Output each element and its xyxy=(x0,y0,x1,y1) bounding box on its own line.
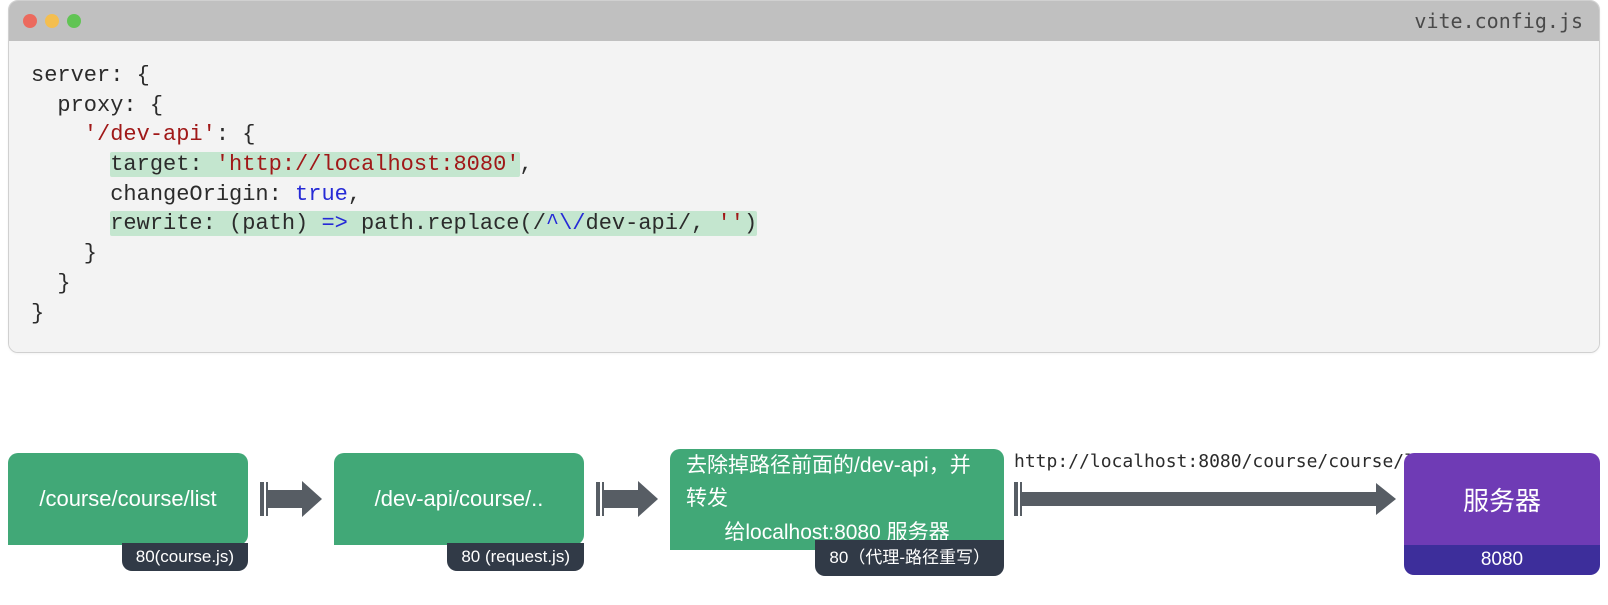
server-port: 8080 xyxy=(1404,545,1600,575)
code-text: , xyxy=(520,152,533,177)
code-line: } xyxy=(31,271,71,296)
code-arrow: => xyxy=(321,211,347,236)
code-line: } xyxy=(31,241,97,266)
window-controls xyxy=(23,14,81,28)
filename-label: vite.config.js xyxy=(1414,9,1583,33)
code-highlight: rewrite: (path) => path.replace(/^\/dev-… xyxy=(110,211,757,236)
code-escape: ^ xyxy=(546,211,559,236)
code-string: '/dev-api' xyxy=(84,122,216,147)
code-line xyxy=(31,211,110,236)
code-text: rewrite: (path) xyxy=(110,211,321,236)
step-text: /dev-api/course/.. xyxy=(375,486,544,512)
code-text: path.replace( xyxy=(348,211,533,236)
code-text: ) xyxy=(744,211,757,236)
server-title: 服务器 xyxy=(1463,481,1541,518)
step-badge: 80（代理-路径重写） xyxy=(815,540,1004,575)
code-text: , xyxy=(348,182,361,207)
flow-step-server: 服务器 8080 xyxy=(1404,453,1600,545)
window-titlebar: vite.config.js xyxy=(9,1,1599,41)
step-badge: 80 (request.js) xyxy=(447,543,584,571)
code-line: proxy: { xyxy=(31,93,163,118)
code-string: '' xyxy=(718,211,744,236)
code-text: , xyxy=(691,211,717,236)
code-escape: \/ xyxy=(559,211,585,236)
flow-step-proxy: 去除掉路径前面的/dev-api，并转发 给localhost:8080 服务器… xyxy=(670,449,1004,550)
arrow-label: http://localhost:8080/course/course/list xyxy=(1014,451,1396,472)
code-string: 'http://localhost:8080' xyxy=(216,152,520,177)
code-bool: true xyxy=(295,182,348,207)
code-line xyxy=(31,122,84,147)
flow-diagram: /course/course/list 80(course.js) /dev-a… xyxy=(8,447,1600,577)
code-window: vite.config.js server: { proxy: { '/dev-… xyxy=(8,0,1600,353)
flow-step-devapi: /dev-api/course/.. 80 (request.js) xyxy=(334,453,584,545)
code-line: } xyxy=(31,301,44,326)
code-regex: / xyxy=(533,211,546,236)
code-regex: dev-api/ xyxy=(586,211,692,236)
flow-step-request: /course/course/list 80(course.js) xyxy=(8,453,248,545)
code-line: changeOrigin: xyxy=(31,182,295,207)
arrow-icon xyxy=(256,481,326,517)
arrow-long-icon: http://localhost:8080/course/course/list xyxy=(1014,481,1396,517)
code-body: server: { proxy: { '/dev-api': { target:… xyxy=(9,41,1599,352)
step-badge: 80(course.js) xyxy=(122,543,248,571)
maximize-icon[interactable] xyxy=(67,14,81,28)
close-icon[interactable] xyxy=(23,14,37,28)
minimize-icon[interactable] xyxy=(45,14,59,28)
code-highlight: target: 'http://localhost:8080' xyxy=(110,152,519,177)
code-text: target: xyxy=(110,152,216,177)
code-text: : { xyxy=(216,122,256,147)
step-text: /course/course/list xyxy=(39,486,216,512)
arrow-icon xyxy=(592,481,662,517)
code-line xyxy=(31,152,110,177)
step-text-line1: 去除掉路径前面的/dev-api，并转发 xyxy=(686,449,988,516)
code-line: server: { xyxy=(31,63,150,88)
